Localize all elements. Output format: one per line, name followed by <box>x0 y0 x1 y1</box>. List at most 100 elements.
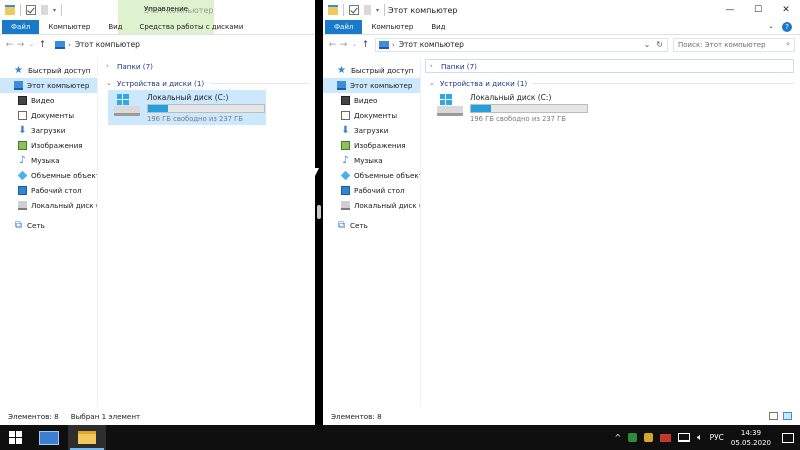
nav-video[interactable]: Видео <box>0 93 97 108</box>
help-icon[interactable]: ? <box>782 22 792 32</box>
tab-drive-tools[interactable]: Средства работы с дисками <box>134 20 250 34</box>
language-indicator[interactable]: РУС <box>710 433 724 442</box>
nav-downloads[interactable]: ⬇ Загрузки <box>323 123 420 138</box>
details-view-icon[interactable] <box>769 412 778 420</box>
tiles-view-icon[interactable] <box>783 412 792 420</box>
group-folders[interactable]: › Папки (7) <box>102 59 315 73</box>
manage-label: Управление <box>144 5 188 13</box>
nav-local-disk[interactable]: Локальный диск (C:) <box>0 198 97 213</box>
forward-arrow-icon[interactable]: → <box>338 40 349 50</box>
chevron-right-icon[interactable]: › <box>392 41 395 49</box>
folder-icon[interactable] <box>328 5 338 15</box>
tab-computer[interactable]: Компьютер <box>362 20 422 34</box>
nav-pictures[interactable]: Изображения <box>323 138 420 153</box>
nav-desktop[interactable]: Рабочий стол <box>323 183 420 198</box>
nav-quick-access[interactable]: ★ Быстрый доступ <box>323 63 420 78</box>
tray-app-icon[interactable] <box>660 433 672 442</box>
expand-ribbon-icon[interactable]: ⌄ <box>768 22 774 32</box>
nav-downloads[interactable]: ⬇ Загрузки <box>0 123 97 138</box>
tray-app-icon[interactable] <box>628 433 638 442</box>
tab-file[interactable]: Файл <box>325 20 363 34</box>
new-folder-icon[interactable] <box>41 5 48 15</box>
customize-qat-icon[interactable]: ▾ <box>376 7 379 14</box>
tray-app-icon[interactable] <box>644 433 654 442</box>
chevron-right-icon: › <box>430 62 433 70</box>
recent-dropdown-icon[interactable]: ⌄ <box>349 41 360 48</box>
drive-usage-fill <box>148 105 168 112</box>
back-arrow-icon[interactable]: ← <box>4 40 15 50</box>
nav-pictures[interactable]: Изображения <box>0 138 97 153</box>
tab-file[interactable]: Файл <box>2 20 40 34</box>
properties-icon[interactable] <box>26 5 36 15</box>
start-button[interactable] <box>0 425 30 450</box>
properties-icon[interactable] <box>349 5 359 15</box>
group-folders[interactable]: › Папки (7) <box>425 59 794 73</box>
drive-item-c[interactable]: Локальный диск (C:) 196 ГБ свободно из 2… <box>108 90 266 125</box>
tab-view[interactable]: Вид <box>99 20 131 34</box>
taskbar-app-computer[interactable] <box>30 425 68 450</box>
refresh-icon[interactable]: ↻ <box>656 40 663 49</box>
separator <box>384 4 386 16</box>
nav-music[interactable]: ♪ Музыка <box>323 153 420 168</box>
star-icon: ★ <box>337 65 346 76</box>
minimize-button[interactable]: — <box>716 0 744 20</box>
nav-this-pc[interactable]: Этот компьютер <box>323 78 420 93</box>
volume-icon[interactable]: 🔈︎ <box>697 433 702 443</box>
nav-3d-objects[interactable]: Объемные объекты <box>323 168 420 183</box>
new-folder-icon[interactable] <box>364 5 371 15</box>
nav-label: Документы <box>31 111 75 120</box>
nav-this-pc[interactable]: Этот компьютер <box>0 78 97 93</box>
back-arrow-icon[interactable]: ← <box>327 40 338 50</box>
maximize-button[interactable]: ☐ <box>744 0 772 20</box>
picture-icon <box>18 141 27 150</box>
nav-music[interactable]: ♪ Музыка <box>0 153 97 168</box>
nav-network[interactable]: ⧉ Сеть <box>0 218 97 233</box>
nav-local-disk[interactable]: Локальный диск (C:) <box>323 198 420 213</box>
up-arrow-icon[interactable]: ↑ <box>360 40 371 50</box>
address-bar[interactable]: › Этот компьютер ⌄ ↻ <box>375 37 668 52</box>
address-path: Этот компьютер <box>74 40 140 49</box>
computer-icon <box>14 81 23 90</box>
tab-view[interactable]: Вид <box>422 20 454 34</box>
up-arrow-icon[interactable]: ↑ <box>37 40 48 50</box>
show-hidden-icons-icon[interactable]: ^ <box>614 433 621 442</box>
separator <box>20 4 21 16</box>
nav-desktop[interactable]: Рабочий стол <box>0 183 97 198</box>
folder-icon[interactable] <box>5 5 15 15</box>
close-button[interactable]: ✕ <box>772 0 800 20</box>
search-input[interactable]: Поиск: Этот компьютер ⌕ <box>673 37 795 52</box>
nav-label: Рабочий стол <box>354 186 405 195</box>
drive-icon <box>18 201 27 210</box>
status-item-count: Элементов: 8 <box>8 411 59 421</box>
nav-label: Музыка <box>354 156 383 165</box>
view-switcher <box>769 412 800 420</box>
nav-documents[interactable]: Документы <box>0 108 97 123</box>
taskbar-app-explorer[interactable] <box>68 425 106 450</box>
network-icon[interactable] <box>678 433 691 442</box>
snap-divider-handle[interactable] <box>317 205 321 219</box>
recent-dropdown-icon[interactable]: ⌄ <box>26 41 37 48</box>
nav-label: Этот компьютер <box>350 81 413 90</box>
address-dropdown-icon[interactable]: ⌄ <box>644 40 651 49</box>
content-area: › Папки (7) ⌄ Устройства и диски (1) Локал… <box>102 58 315 407</box>
notifications-icon[interactable] <box>782 432 794 443</box>
drive-item-c[interactable]: Локальный диск (C:) 196 ГБ свободно из 2… <box>431 90 800 125</box>
nav-network[interactable]: ⧉ Сеть <box>323 218 420 233</box>
tab-computer[interactable]: Компьютер <box>39 20 99 34</box>
nav-3d-objects[interactable]: Объемные объекты <box>0 168 97 183</box>
clock[interactable]: 14:39 05.05.2020 <box>731 428 771 448</box>
separator <box>61 4 63 16</box>
address-bar[interactable]: › Этот компьютер <box>52 38 315 52</box>
group-devices[interactable]: ⌄ Устройства и диски (1) <box>425 76 800 90</box>
forward-arrow-icon[interactable]: → <box>15 40 26 50</box>
chevron-right-icon[interactable]: › <box>68 41 71 49</box>
customize-qat-icon[interactable]: ▾ <box>53 7 56 14</box>
computer-icon <box>337 81 346 90</box>
music-icon: ♪ <box>19 155 26 166</box>
cube-icon <box>17 170 28 181</box>
nav-quick-access[interactable]: ★ Быстрый доступ <box>0 63 97 78</box>
nav-video[interactable]: Видео <box>323 93 420 108</box>
nav-documents[interactable]: Документы <box>323 108 420 123</box>
status-selection: Выбран 1 элемент <box>70 411 141 421</box>
group-devices[interactable]: ⌄ Устройства и диски (1) <box>102 76 315 90</box>
